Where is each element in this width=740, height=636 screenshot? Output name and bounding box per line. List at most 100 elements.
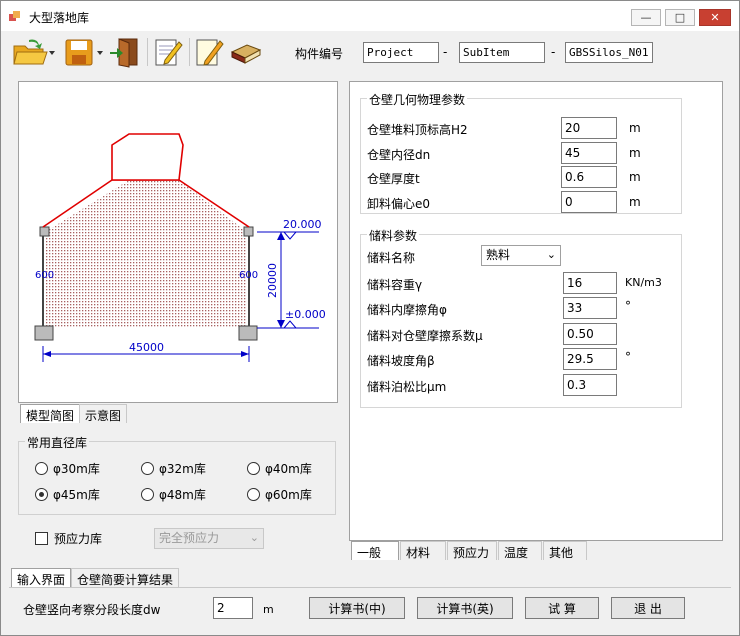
tab-material[interactable]: 材料	[400, 541, 446, 560]
prestress-checkbox[interactable]: 预应力库	[35, 530, 102, 547]
prestress-type-select[interactable]: 完全预应力 ⌄	[154, 528, 264, 549]
storage-label-mu: 储料对仓壁摩擦系数μ	[367, 329, 483, 343]
storage-label-beta: 储料坡度角β	[367, 354, 435, 368]
beta-input[interactable]: 29.5	[563, 348, 617, 370]
tab-calc-results[interactable]: 仓壁简要计算结果	[71, 568, 180, 587]
segment-length-label: 仓壁竖向考察分段长度dw	[23, 603, 161, 617]
radio-d60[interactable]: φ60m库	[247, 486, 312, 503]
tab-temperature[interactable]: 温度	[498, 541, 542, 560]
tab-schematic[interactable]: 示意图	[79, 404, 128, 423]
tab-model-sketch[interactable]: 模型简图	[20, 404, 81, 423]
unit-m: m	[629, 195, 641, 209]
window-title: 大型落地库	[29, 11, 90, 25]
storage-name-label: 储料名称	[367, 251, 416, 265]
dn-input[interactable]: 45	[561, 142, 617, 164]
radio-d30[interactable]: φ30m库	[35, 460, 100, 477]
title-bar: 大型落地库 — □ ✕	[1, 1, 739, 31]
eccentricity-input[interactable]: 0	[561, 191, 617, 213]
radio-circle-checked	[35, 488, 48, 501]
radio-label: φ45m库	[53, 488, 100, 502]
radio-d32[interactable]: φ32m库	[141, 460, 206, 477]
minimize-button[interactable]: —	[631, 9, 661, 26]
geometry-group: 仓壁几何物理参数 仓壁堆料顶标高H2 20 m 仓壁内径dn 45 m 仓壁厚度…	[360, 91, 682, 214]
separator-dash: -	[551, 45, 556, 59]
calc-report-en-button[interactable]: 计算书(英)	[417, 597, 513, 619]
radio-d40[interactable]: φ40m库	[247, 460, 312, 477]
right-foundation	[238, 325, 258, 341]
edit-pencil-icon[interactable]	[193, 36, 225, 68]
radio-circle	[247, 488, 260, 501]
parameters-panel: 仓壁几何物理参数 仓壁堆料顶标高H2 20 m 仓壁内径dn 45 m 仓壁厚度…	[349, 81, 723, 541]
poisson-input[interactable]: 0.3	[563, 374, 617, 396]
radio-label: φ40m库	[265, 462, 312, 476]
open-folder-icon[interactable]	[11, 36, 57, 68]
storage-label-poisson: 储料泊松比μm	[367, 380, 447, 394]
bottom-divider	[9, 587, 731, 588]
book-icon[interactable]	[229, 36, 263, 68]
top-elevation-label: 20.000	[283, 218, 322, 231]
main-window: 大型落地库 — □ ✕ 构件编号 Project - SubItem - GBS…	[0, 0, 740, 636]
left-wall-thickness-label: 600	[35, 270, 54, 281]
storage-label-gamma: 储料容重γ	[367, 278, 423, 292]
geometry-label-e0: 卸料偏心e0	[367, 197, 431, 211]
storage-title: 储料参数	[367, 227, 420, 244]
tab-prestress[interactable]: 预应力	[447, 541, 497, 560]
radio-circle	[247, 462, 260, 475]
right-wall-top-block	[243, 226, 254, 237]
common-diameter-group: 常用直径库 φ30m库 φ32m库 φ40m库 φ45m库 φ48m库 φ60m…	[18, 434, 336, 515]
subitem-field[interactable]: SubItem	[459, 42, 545, 63]
thickness-input[interactable]: 0.6	[561, 166, 617, 188]
unit-degree: °	[625, 350, 631, 364]
tab-input-interface[interactable]: 输入界面	[11, 568, 72, 587]
toolbar-separator	[189, 38, 190, 66]
mu-input[interactable]: 0.50	[563, 323, 617, 345]
prestress-type-value: 完全预应力	[159, 531, 220, 545]
tab-general[interactable]: 一般	[351, 541, 399, 560]
chevron-down-icon: ⌄	[249, 531, 259, 544]
tab-other[interactable]: 其他	[543, 541, 587, 560]
left-foundation	[34, 325, 54, 341]
radio-circle	[35, 462, 48, 475]
exit-door-icon[interactable]	[109, 36, 143, 68]
maximize-button[interactable]: □	[665, 9, 695, 26]
checkbox-box	[35, 532, 48, 545]
gamma-input[interactable]: 16	[563, 272, 617, 294]
geometry-label-dn: 仓壁内径dn	[367, 148, 431, 162]
left-wall-top-block	[39, 226, 50, 237]
geometry-label-h2: 仓壁堆料顶标高H2	[367, 123, 468, 137]
radio-d45[interactable]: φ45m库	[35, 486, 100, 503]
radio-circle	[141, 488, 154, 501]
chevron-down-icon: ⌄	[546, 248, 556, 261]
radio-label: φ48m库	[159, 488, 206, 502]
width-dim-label: 45000	[129, 341, 164, 354]
geometry-title: 仓壁几何物理参数	[367, 91, 468, 108]
unit-kn-m3: KN/m3	[625, 276, 662, 289]
silo-field[interactable]: GBSSilos_N01	[565, 42, 653, 63]
model-diagram-panel: 20.000 ±0.000 20000 45000 600 600	[18, 81, 338, 403]
h2-input[interactable]: 20	[561, 117, 617, 139]
unit-m: m	[629, 146, 641, 160]
radio-circle	[141, 462, 154, 475]
calc-report-cn-button[interactable]: 计算书(中)	[309, 597, 405, 619]
storage-name-value: 熟料	[486, 248, 511, 262]
app-icon	[9, 11, 20, 21]
unit-m: m	[629, 170, 641, 184]
segment-length-input[interactable]: 2	[213, 597, 253, 619]
trial-calc-button[interactable]: 试 算	[525, 597, 599, 619]
component-number-label: 构件编号	[295, 47, 344, 61]
base-elevation-label: ±0.000	[285, 308, 326, 321]
close-button[interactable]: ✕	[699, 9, 731, 26]
notepad-icon[interactable]	[151, 36, 183, 68]
save-icon[interactable]	[63, 36, 107, 68]
storage-group: 储料参数 储料名称 熟料 ⌄ 储料容重γ 16 KN/m3 储料内摩擦角φ 33…	[360, 227, 682, 408]
radio-d48[interactable]: φ48m库	[141, 486, 206, 503]
geometry-label-t: 仓壁厚度t	[367, 172, 420, 186]
exit-button[interactable]: 退 出	[611, 597, 685, 619]
prestress-label: 预应力库	[54, 532, 103, 546]
project-field[interactable]: Project	[363, 42, 439, 63]
separator-dash: -	[443, 45, 448, 59]
phi-input[interactable]: 33	[563, 297, 617, 319]
storage-name-select[interactable]: 熟料 ⌄	[481, 245, 561, 266]
roof-lantern	[111, 133, 184, 181]
unit-m: m	[629, 121, 641, 135]
